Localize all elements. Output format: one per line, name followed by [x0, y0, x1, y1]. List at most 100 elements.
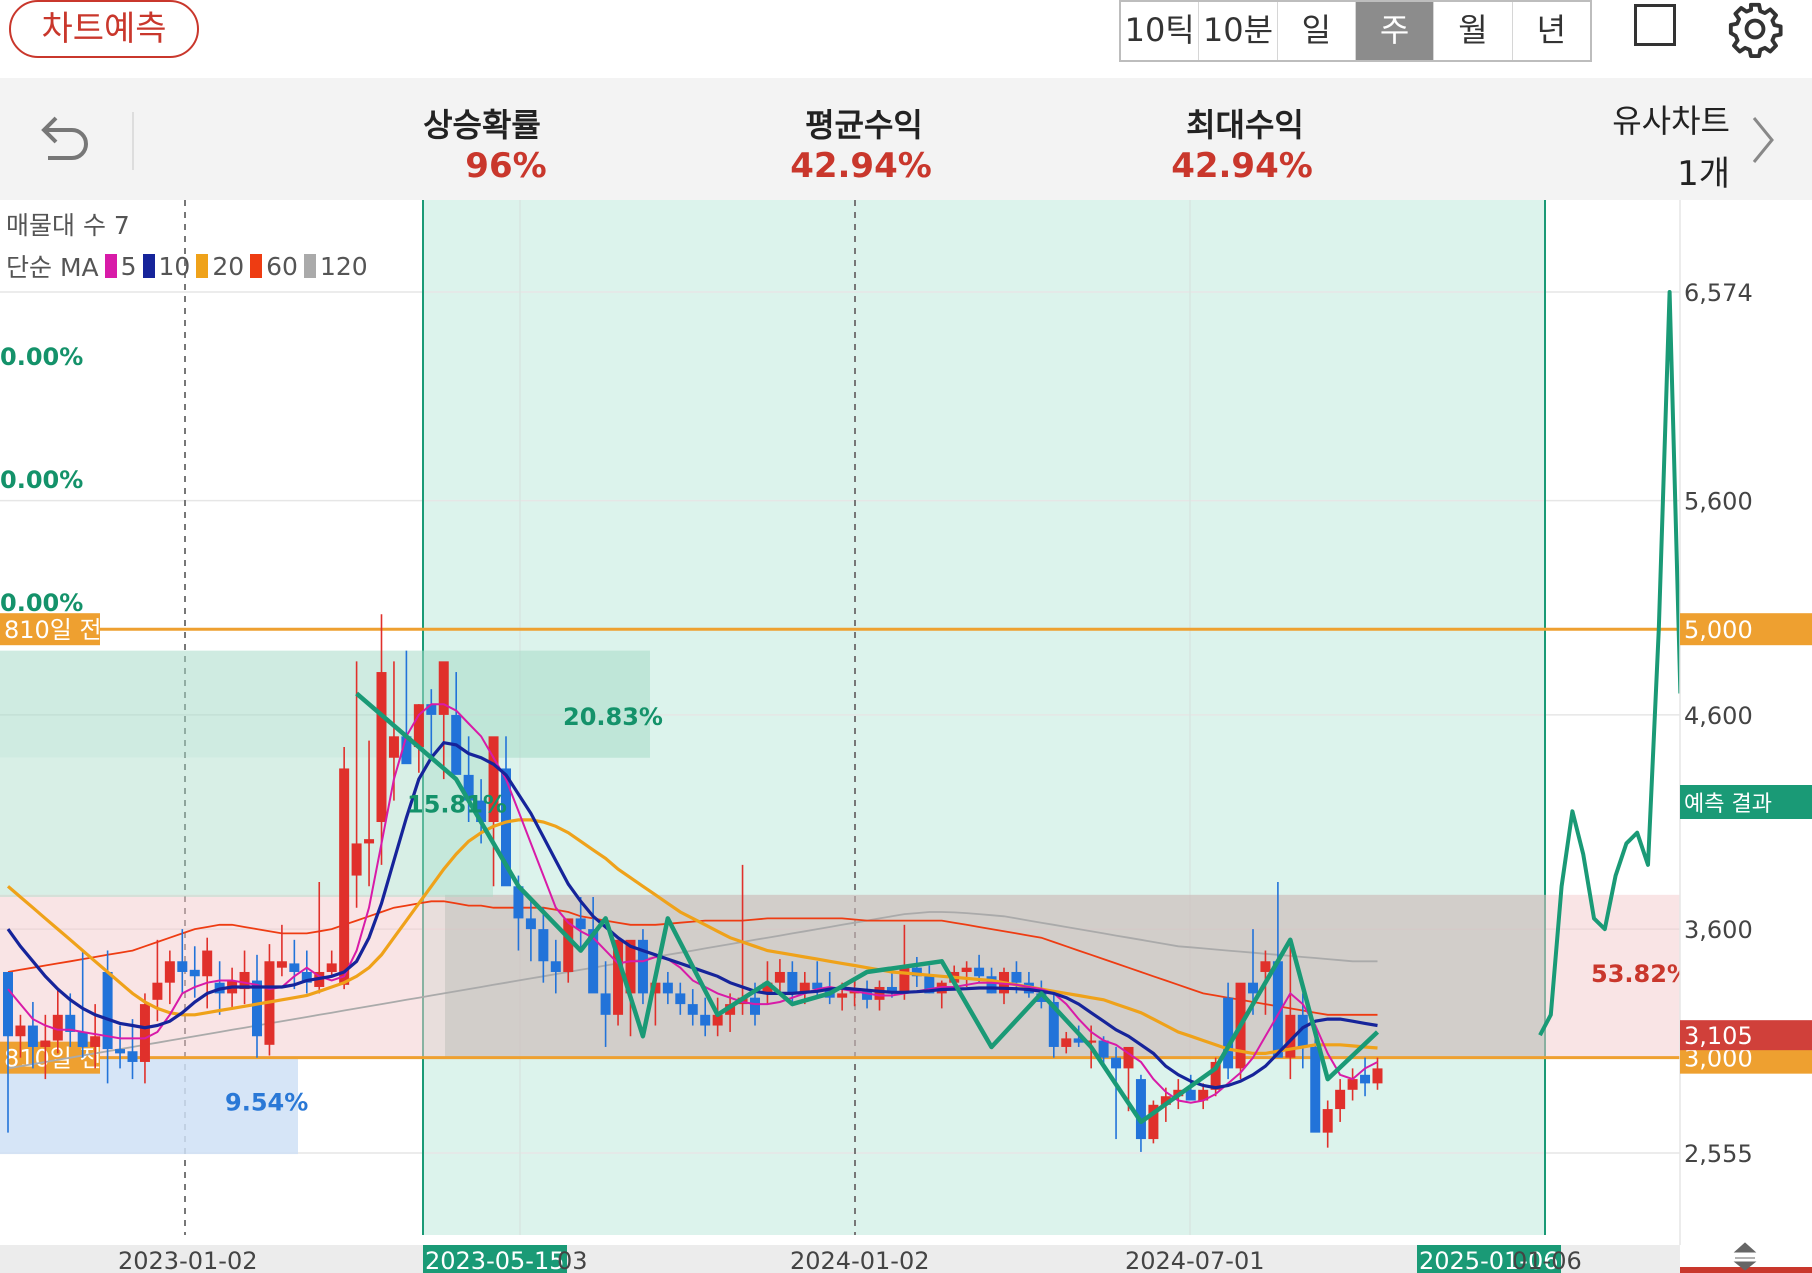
- left-percent-label: 0.00%: [0, 466, 84, 494]
- candle-down: [687, 1004, 698, 1015]
- candle-up: [152, 982, 163, 1000]
- max-return-label: 최대수익: [1186, 106, 1304, 144]
- candle-up: [1372, 1068, 1383, 1084]
- candle-up: [351, 843, 362, 876]
- candle-down: [525, 918, 536, 930]
- candle-up: [1322, 1109, 1333, 1133]
- candle-up: [326, 963, 337, 972]
- prediction-tag-label: 예측 결과: [1684, 792, 1772, 817]
- candle-down: [787, 971, 798, 994]
- volume-box-top: [0, 650, 650, 758]
- ma120-label: 120: [319, 251, 368, 281]
- price-chart[interactable]: 810일 전 810일 전 20.83% 15.81% 9.54% 53.82% 6,574…: [0, 200, 1812, 1273]
- box-percent-label: 15.81%: [407, 791, 507, 819]
- ma120-swatch: [303, 254, 316, 278]
- ma5-swatch: [104, 254, 117, 278]
- candle-up: [563, 918, 574, 972]
- level-left-label: 810일 전: [4, 616, 102, 644]
- ma-legend-label: 단순 MA: [6, 253, 99, 282]
- candle-down: [77, 1031, 88, 1047]
- ma-legend: 단순 MA 5 10 20 60 120: [6, 248, 368, 284]
- ma10-swatch: [142, 254, 155, 278]
- candle-down: [538, 929, 549, 962]
- candle-up: [1347, 1079, 1358, 1090]
- candle-down: [600, 993, 611, 1015]
- chart-predict-button[interactable]: 차트예측: [9, 0, 199, 58]
- left-percent-label: 0.00%: [0, 343, 84, 371]
- y-tick-label: 2,555: [1684, 1140, 1753, 1168]
- candle-down: [1310, 1046, 1321, 1133]
- candle-down: [426, 704, 437, 715]
- ma20-swatch: [196, 254, 209, 278]
- y-tick-label: 5,600: [1684, 488, 1753, 516]
- timeframe-10tick[interactable]: 10틱: [1121, 2, 1200, 60]
- candle-down: [662, 982, 673, 994]
- candle-up: [1260, 961, 1271, 972]
- ma60-swatch: [250, 254, 263, 278]
- candle-down: [1011, 971, 1022, 983]
- candle-up: [276, 961, 287, 968]
- volume-profile-legend: 매물대 수 7: [6, 211, 130, 240]
- top-bar: 차트예측 10틱 10분 일 주 월 년: [0, 0, 1812, 76]
- candle-up: [90, 1036, 101, 1047]
- candle-up: [837, 993, 848, 998]
- candle-down: [189, 969, 200, 977]
- average-return-value: 42.94%: [790, 146, 932, 186]
- candle-down: [115, 1049, 126, 1054]
- similar-chart-count: 1개: [1677, 154, 1730, 194]
- candle-down: [27, 1025, 38, 1047]
- box-percent-label: 20.83%: [563, 703, 663, 731]
- candle-up: [874, 986, 885, 1000]
- candle-down: [1135, 1079, 1146, 1140]
- candle-up: [376, 672, 387, 823]
- ma20-label: 20: [212, 251, 245, 281]
- level-value-label: 5,000: [1684, 616, 1753, 644]
- y-axis-area: [1680, 200, 1812, 1273]
- left-percent-label: 0.00%: [0, 589, 84, 617]
- candle-down: [550, 961, 561, 972]
- candle-down: [974, 967, 985, 977]
- divider: [132, 112, 134, 170]
- rise-probability-value: 96%: [465, 146, 547, 186]
- timeframe-week[interactable]: 주: [1355, 2, 1435, 60]
- rise-probability-label: 상승확률: [423, 106, 541, 144]
- similar-chart-label[interactable]: 유사차트: [1590, 96, 1730, 142]
- candle-up: [364, 839, 375, 844]
- candle-down: [1098, 1040, 1109, 1058]
- timeframe-10min[interactable]: 10분: [1199, 2, 1278, 60]
- timeframe-year[interactable]: 년: [1513, 2, 1590, 60]
- candle-up: [15, 1025, 26, 1037]
- candle-down: [289, 963, 300, 972]
- box-percent-label: 53.82%: [1591, 960, 1691, 988]
- x-tick-label: 2023-01-02: [118, 1247, 257, 1273]
- candle-up: [202, 950, 213, 977]
- candle-down: [1111, 1057, 1122, 1069]
- average-return-label: 평균수익: [805, 106, 923, 144]
- candle-down: [252, 980, 262, 1037]
- ma5-label: 5: [120, 251, 137, 281]
- timeframe-month[interactable]: 월: [1434, 2, 1513, 60]
- x-tick-label: 2024-07-01: [1125, 1247, 1264, 1273]
- gear-icon[interactable]: [1726, 0, 1784, 58]
- candle-down: [177, 961, 188, 972]
- timeframe-day[interactable]: 일: [1278, 2, 1356, 60]
- candle-up: [961, 967, 972, 972]
- candle-down: [1360, 1074, 1371, 1084]
- candle-up: [339, 768, 350, 985]
- timeframe-selector: 10틱 10분 일 주 월 년: [1119, 0, 1592, 62]
- candle-down: [127, 1051, 138, 1062]
- level-left-label: 810일 전: [4, 1045, 102, 1073]
- max-return-value: 42.94%: [1171, 146, 1313, 186]
- chevron-right-icon[interactable]: [1748, 112, 1778, 168]
- candle-up: [164, 961, 175, 983]
- square-icon[interactable]: [1634, 4, 1676, 46]
- back-icon[interactable]: [38, 112, 94, 164]
- y-tick-label: 3,600: [1684, 916, 1753, 944]
- y-tick-label: 6,574: [1684, 279, 1753, 307]
- ma10-label: 10: [158, 251, 191, 281]
- candle-down: [700, 1014, 711, 1026]
- x-tick-label: 2024-01-02: [790, 1247, 929, 1273]
- candle-up: [1061, 1038, 1072, 1047]
- x-tick-label: 2023-05-15: [425, 1247, 564, 1273]
- candle-up: [774, 971, 785, 983]
